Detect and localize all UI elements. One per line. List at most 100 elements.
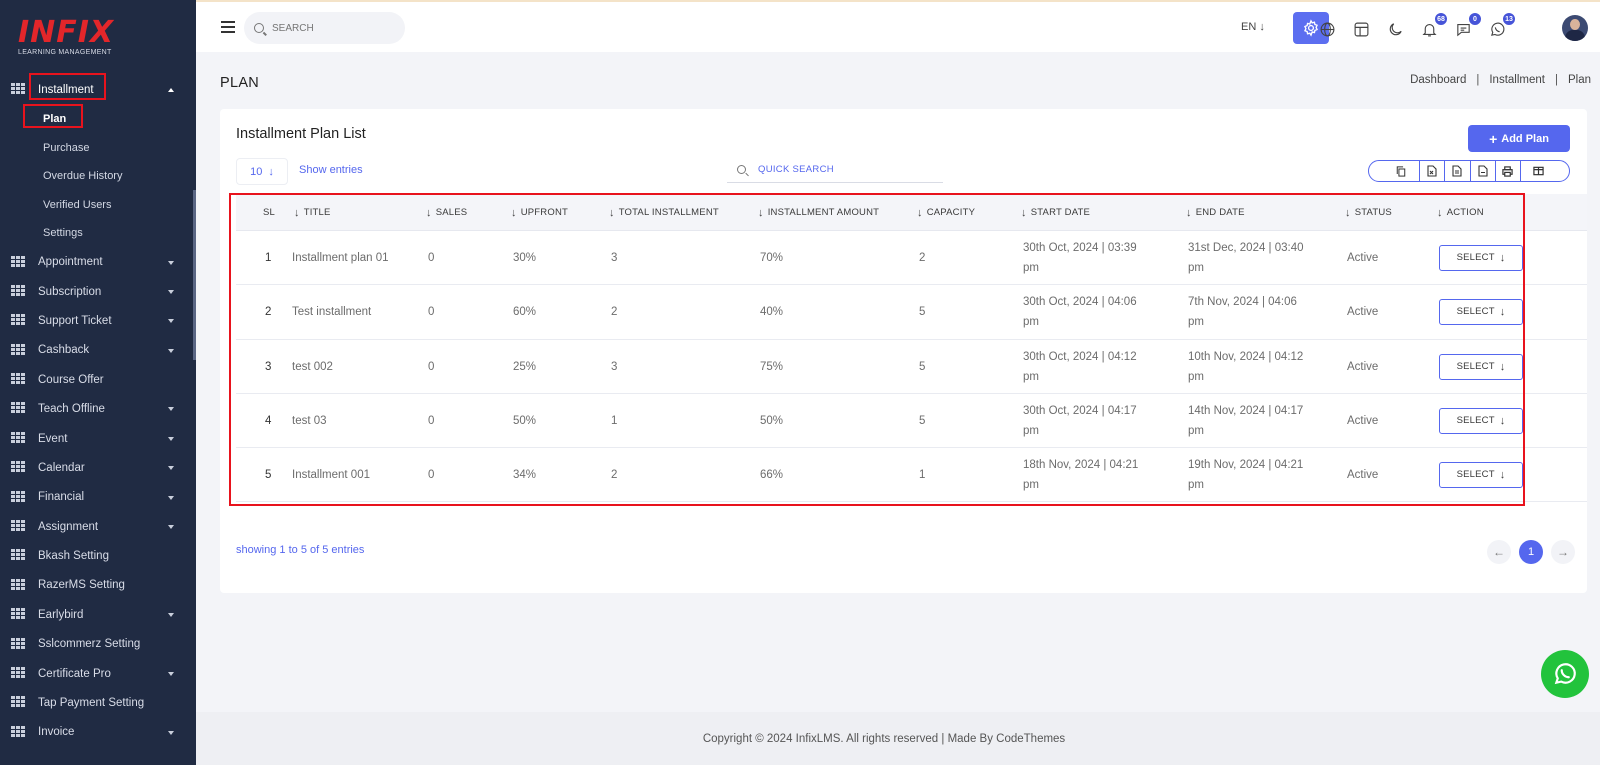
col-capacity[interactable]: ↓ CAPACITY xyxy=(917,194,975,231)
col-sales[interactable]: ↓ SALES xyxy=(426,194,467,231)
breadcrumb-separator: | xyxy=(1554,74,1558,86)
print-button[interactable] xyxy=(1496,161,1521,181)
dark-mode-toggle[interactable] xyxy=(1382,16,1408,42)
cell-total: 2 xyxy=(611,469,618,482)
caret-down-icon xyxy=(168,407,174,412)
add-plan-button[interactable]: + Add Plan xyxy=(1468,125,1570,152)
sidebar-item-invoice[interactable]: Invoice xyxy=(0,718,196,747)
sidebar-item-label: Appointment xyxy=(38,256,103,269)
add-plan-label: Add Plan xyxy=(1501,132,1549,145)
notifications-button[interactable]: 68 xyxy=(1416,12,1448,42)
col-start-date[interactable]: ↓ START DATE xyxy=(1021,194,1090,231)
caret-down-icon xyxy=(168,466,174,471)
search-input[interactable] xyxy=(272,22,392,34)
cell-sales: 0 xyxy=(428,306,435,319)
breadcrumb-installment[interactable]: Installment xyxy=(1489,74,1545,86)
cell-amount: 66% xyxy=(760,469,784,482)
cell-title: test 002 xyxy=(292,360,333,373)
sidebar-item-subscription[interactable]: Subscription xyxy=(0,277,196,306)
prev-page-button[interactable]: ← xyxy=(1487,540,1511,564)
cell-action: SELECT ↓ xyxy=(1439,340,1523,394)
language-selector[interactable]: EN ↓ xyxy=(1241,21,1265,33)
next-page-button[interactable]: → xyxy=(1551,540,1575,564)
col-status[interactable]: ↓ STATUS xyxy=(1345,194,1392,231)
caret-down-icon xyxy=(168,671,174,676)
brand-logo[interactable]: INFIX LEARNING MANAGEMENT xyxy=(18,18,128,60)
caret-down-icon xyxy=(168,730,174,735)
grid-icon xyxy=(11,373,25,386)
global-search[interactable] xyxy=(244,12,405,44)
cell-amount: 40% xyxy=(760,306,784,319)
sidebar-item-certificate-pro[interactable]: Certificate Pro xyxy=(0,659,196,688)
select-action-button[interactable]: SELECT ↓ xyxy=(1439,245,1523,271)
cell-capacity: 5 xyxy=(919,360,926,373)
sidebar-item-tap-payment-setting[interactable]: Tap Payment Setting xyxy=(0,688,196,717)
sidebar-item-assignment[interactable]: Assignment xyxy=(0,512,196,541)
messages-button[interactable]: 0 xyxy=(1450,12,1482,42)
columns-icon xyxy=(1533,166,1545,176)
sidebar-item-label: Assignment xyxy=(38,520,99,533)
cell-capacity: 1 xyxy=(919,469,926,482)
col-action[interactable]: ↓ ACTION xyxy=(1437,194,1484,231)
sidebar-item-label: Tap Payment Setting xyxy=(38,697,145,710)
page-button-current[interactable]: 1 xyxy=(1519,540,1543,564)
breadcrumb-dashboard[interactable]: Dashboard xyxy=(1410,74,1466,86)
sidebar-subitem-settings[interactable]: Settings xyxy=(0,219,196,248)
sidebar-item-teach-offline[interactable]: Teach Offline xyxy=(0,394,196,423)
col-sl[interactable]: SL xyxy=(263,194,275,231)
arrow-right-icon: → xyxy=(1557,545,1569,559)
export-csv-button[interactable] xyxy=(1445,161,1471,181)
entries-label: Show entries xyxy=(299,164,363,176)
cell-sales: 0 xyxy=(428,469,435,482)
column-visibility-button[interactable] xyxy=(1521,161,1569,181)
sidebar-item-cashback[interactable]: Cashback xyxy=(0,336,196,365)
website-link[interactable] xyxy=(1314,16,1340,42)
export-pdf-button[interactable] xyxy=(1471,161,1496,181)
cell-total: 3 xyxy=(611,360,618,373)
sidebar-item-sslcommerz-setting[interactable]: Sslcommerz Setting xyxy=(0,630,196,659)
col-title[interactable]: ↓ TITLE xyxy=(294,194,331,231)
copy-button[interactable] xyxy=(1369,161,1421,181)
menu-toggle-icon[interactable] xyxy=(221,21,235,33)
layout-button[interactable] xyxy=(1348,16,1374,42)
select-action-button[interactable]: SELECT ↓ xyxy=(1439,462,1523,489)
sidebar-subitem-verified-users[interactable]: Verified Users xyxy=(0,191,196,220)
cell-status: Active xyxy=(1347,469,1379,482)
cell-status: Active xyxy=(1347,252,1379,264)
breadcrumb-plan[interactable]: Plan xyxy=(1568,74,1591,86)
sidebar-item-support-ticket[interactable]: Support Ticket xyxy=(0,306,196,335)
select-action-button[interactable]: SELECT ↓ xyxy=(1439,407,1523,434)
col-end-date[interactable]: ↓ END DATE xyxy=(1186,194,1245,231)
cell-total: 3 xyxy=(611,252,618,264)
col-upfront[interactable]: ↓ UPFRONT xyxy=(511,194,568,231)
entries-per-page-select[interactable]: 10 ↓ xyxy=(236,158,288,185)
cell-total: 2 xyxy=(611,306,618,319)
cell-capacity: 5 xyxy=(919,306,926,319)
sidebar-item-label: Course Offer xyxy=(38,373,104,386)
sidebar-item-event[interactable]: Event xyxy=(0,424,196,453)
sidebar-item-razerms-setting[interactable]: RazerMS Setting xyxy=(0,571,196,600)
sidebar-item-financial[interactable]: Financial xyxy=(0,483,196,512)
cell-sl: 3 xyxy=(265,360,272,373)
cell-title: Installment 001 xyxy=(292,469,370,482)
sidebar-item-bkash-setting[interactable]: Bkash Setting xyxy=(0,541,196,570)
quick-search-input[interactable]: QUICK SEARCH xyxy=(727,157,943,183)
col-installment-amount[interactable]: ↓ INSTALLMENT AMOUNT xyxy=(758,194,879,231)
select-action-button[interactable]: SELECT ↓ xyxy=(1439,353,1523,380)
select-action-button[interactable]: SELECT ↓ xyxy=(1439,299,1523,326)
export-excel-button[interactable] xyxy=(1420,161,1446,181)
user-avatar[interactable] xyxy=(1562,15,1588,41)
sidebar-item-appointment[interactable]: Appointment xyxy=(0,248,196,277)
sidebar-subitem-label: Overdue History xyxy=(43,170,123,183)
sidebar-item-calendar[interactable]: Calendar xyxy=(0,453,196,482)
sidebar-item-course-offer[interactable]: Course Offer xyxy=(0,365,196,394)
sidebar-subitem-purchase[interactable]: Purchase xyxy=(0,134,196,163)
whatsapp-chat-button[interactable]: 13 xyxy=(1484,12,1516,42)
layout-icon xyxy=(1354,22,1368,36)
sidebar-item-earlybird[interactable]: Earlybird xyxy=(0,600,196,629)
sidebar-subitem-overdue-history[interactable]: Overdue History xyxy=(0,162,196,191)
whatsapp-float-button[interactable] xyxy=(1541,650,1589,698)
printer-icon xyxy=(1502,165,1513,177)
moon-icon xyxy=(1389,22,1402,35)
col-total-installment[interactable]: ↓ TOTAL INSTALLMENT xyxy=(609,194,719,231)
